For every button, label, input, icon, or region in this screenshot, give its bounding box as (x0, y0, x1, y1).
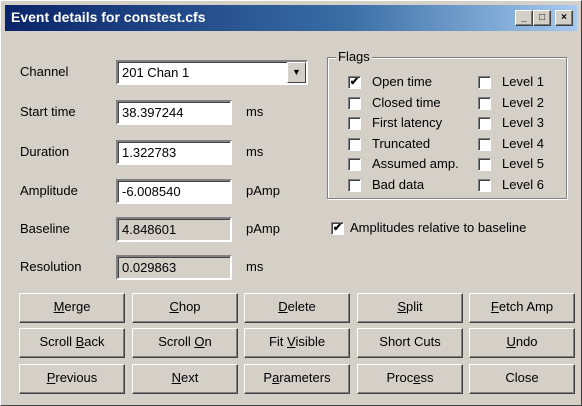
flag-checkbox-left-1[interactable]: ✔ (348, 76, 361, 89)
flags-group: Flags ✔ Open time Closed time First latency… (327, 49, 567, 199)
amplitude-label: Amplitude (20, 183, 78, 198)
split-button[interactable]: Split (357, 293, 463, 323)
parameters-button[interactable]: Parameters (244, 364, 350, 394)
start-time-field[interactable]: 38.397244 (116, 100, 232, 125)
flag-label-right-4: Level 4 (502, 135, 544, 151)
resolution-field: 0.029863 (116, 255, 232, 280)
channel-value: 201 Chan 1 (122, 65, 190, 80)
process-button[interactable]: Process (357, 364, 463, 394)
flag-checkbox-right-2[interactable] (478, 96, 491, 110)
baseline-field: 4.848601 (116, 217, 232, 242)
duration-label: Duration (20, 144, 70, 159)
previous-button[interactable]: Previous (19, 364, 125, 394)
resolution-label: Resolution (20, 259, 82, 274)
start-time-unit: ms (246, 104, 264, 119)
scroll-back-button[interactable]: Scroll Back (19, 328, 125, 358)
flag-checkbox-right-1[interactable] (478, 76, 491, 89)
start-time-label: Start time (20, 104, 76, 119)
flag-label-right-5: Level 5 (502, 156, 544, 171)
baseline-unit: pAmp (246, 221, 280, 236)
flag-label-left-5: Assumed amp. (372, 156, 459, 171)
maximize-button[interactable]: □ (533, 10, 551, 26)
channel-select[interactable]: 201 Chan 1 ▼ (116, 60, 308, 85)
amplitude-unit: pAmp (246, 183, 280, 198)
flag-label-left-1: Open time (372, 74, 432, 89)
event-details-window: Event details for constest.cfs _ □ × Cha… (0, 0, 582, 406)
scroll-on-button[interactable]: Scroll On (132, 328, 238, 358)
baseline-label: Baseline (20, 221, 70, 236)
flags-title: Flags (336, 49, 372, 64)
flag-label-right-6: Level 6 (502, 176, 544, 192)
fit-visible-button[interactable]: Fit Visible (244, 328, 350, 358)
close-window-button[interactable]: × (555, 10, 573, 26)
flag-checkbox-left-5[interactable] (348, 158, 361, 171)
resolution-unit: ms (246, 259, 264, 274)
chop-button[interactable]: Chop (132, 293, 238, 323)
flag-checkbox-right-3[interactable] (478, 117, 491, 130)
duration-field[interactable]: 1.322783 (116, 140, 232, 165)
flag-label-left-3: First latency (372, 115, 443, 130)
flag-checkbox-left-6[interactable] (348, 178, 361, 192)
flag-checkbox-left-2[interactable] (348, 96, 361, 110)
short-cuts-button[interactable]: Short Cuts (357, 328, 463, 358)
merge-button[interactable]: Merge (19, 293, 125, 323)
chevron-down-icon[interactable]: ▼ (287, 62, 306, 83)
flag-label-right-2: Level 2 (502, 94, 544, 110)
title-bar[interactable]: Event details for constest.cfs _ □ × (5, 5, 577, 31)
fetch-amp-button[interactable]: Fetch Amp (469, 293, 575, 323)
flag-label-right-3: Level 3 (502, 115, 544, 130)
flag-label-right-1: Level 1 (502, 74, 544, 89)
close-button[interactable]: Close (469, 364, 575, 394)
flag-label-left-6: Bad data (372, 176, 425, 192)
flag-checkbox-right-4[interactable] (478, 137, 491, 151)
flag-checkbox-left-4[interactable] (348, 137, 361, 151)
flag-checkbox-left-3[interactable] (348, 117, 361, 130)
channel-label: Channel (20, 64, 69, 79)
relative-baseline-label: Amplitudes relative to baseline (350, 220, 527, 235)
window-title: Event details for constest.cfs (11, 9, 206, 25)
duration-unit: ms (246, 144, 264, 159)
relative-baseline-checkbox[interactable]: ✔ (331, 222, 344, 235)
flag-label-left-2: Closed time (372, 94, 441, 110)
undo-button[interactable]: Undo (469, 328, 575, 358)
minimize-button[interactable]: _ (515, 10, 533, 26)
flag-label-left-4: Truncated (372, 135, 431, 151)
delete-button[interactable]: Delete (244, 293, 350, 323)
amplitude-field[interactable]: -6.008540 (116, 179, 232, 204)
flag-checkbox-right-5[interactable] (478, 158, 491, 171)
flag-checkbox-right-6[interactable] (478, 178, 491, 192)
next-button[interactable]: Next (132, 364, 238, 394)
